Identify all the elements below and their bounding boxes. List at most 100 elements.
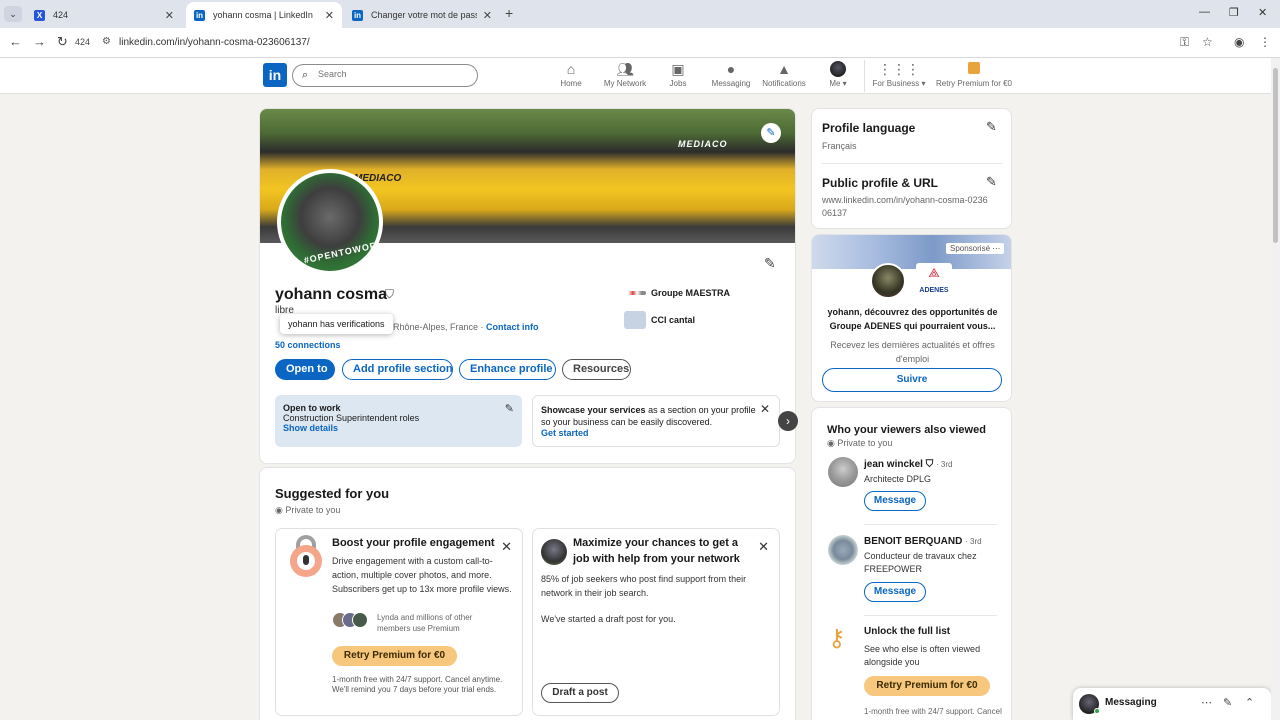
close-icon[interactable]: ✕ [501,539,512,555]
nav-home[interactable]: ⌂ Home [552,61,590,88]
public-profile-url: www.linkedin.com/in/yohann-cosma-0236061… [822,195,988,218]
linkedin-logo-icon[interactable]: in [263,63,287,87]
divider [864,615,997,616]
reload-icon[interactable]: ↻ [57,34,68,50]
tab-count-label: 424 [75,37,91,47]
messaging-dock[interactable]: Messaging ⋯ ✎ ⌃ [1073,688,1271,720]
contact-info-link[interactable]: Contact info [486,322,539,332]
carousel-next-chevron-icon[interactable]: › [778,411,798,431]
browser-tab-424[interactable]: X 424 ✕ [26,2,182,28]
enhance-profile-button[interactable]: Enhance profile [459,359,556,380]
message-button[interactable]: Message [864,491,926,511]
ad-headline[interactable]: yohann, découvrez des opportunités de Gr… [822,305,1003,333]
bell-icon: ▲ [777,61,791,77]
draft-post-button[interactable]: Draft a post [541,683,619,703]
linkedin-global-nav: in ⌕ ⌂ Home 👥︎ My Network ▣ Jobs ● Messa… [0,58,1280,94]
close-window-icon[interactable]: ✕ [1258,6,1267,19]
scrollbar-thumb[interactable] [1273,68,1278,243]
add-profile-section-button[interactable]: Add profile section [342,359,453,380]
avatar[interactable] [828,535,858,565]
boost-profile-card: Boost your profile engagement ✕ Drive en… [275,528,523,716]
browser-tab-bar: ⌄ X 424 ✕ in yohann cosma | LinkedIn ✕ i… [0,0,1280,28]
open-to-work-title: Open to work [283,403,341,413]
cover-brand-text: MEDIACO [678,139,728,149]
password-key-icon[interactable]: ⚿ [1180,35,1189,50]
premium-fine-print: 1-month free with 24/7 support. Cancel a… [864,707,1002,716]
bookmark-star-icon[interactable]: ☆ [1202,35,1213,49]
nav-network-label: My Network [603,79,647,88]
forward-icon[interactable]: → [33,34,46,49]
person-name[interactable]: BENOIT BERQUAND · 3rd [864,536,982,547]
open-to-button[interactable]: Open to [275,359,335,380]
tab-close-icon[interactable]: ✕ [483,9,492,22]
verified-shield-icon[interactable]: ⛉ [385,287,394,302]
premium-social-proof: Lynda and millions of other members use … [377,613,473,633]
message-button[interactable]: Message [864,582,926,602]
profile-name: yohann cosma [275,286,388,303]
follow-button[interactable]: Suivre [822,368,1002,392]
grid-icon: ⋮⋮⋮ [878,61,920,77]
linkedin-favicon-icon: in [194,9,205,21]
sponsored-label: Sponsorisé ⋯ [946,243,1005,254]
member-avatars [332,612,372,630]
premium-fine-print: 1-month free with 24/7 support. Cancel a… [332,675,503,694]
nav-messaging[interactable]: ● Messaging [708,61,754,88]
edit-open-to-work-pencil-icon[interactable]: ✎ [505,402,514,415]
edit-language-pencil-icon[interactable]: ✎ [986,119,997,135]
adenes-logo-icon: ⟁ [928,265,940,280]
show-details-link[interactable]: Show details [283,423,514,433]
edit-cover-pencil-icon[interactable]: ✎ [761,123,781,143]
org-cci-cantal[interactable]: CCI cantal [624,311,695,329]
avatar[interactable] [828,457,858,487]
nav-for-business[interactable]: ⋮⋮⋮ For Business ▾ [870,61,928,88]
get-started-link[interactable]: Get started [541,428,771,438]
tab-close-icon[interactable]: ✕ [165,9,174,22]
profile-icon[interactable]: ◉ [1234,35,1244,49]
browser-tab-password[interactable]: in Changer votre mot de passe | LinkedIn… [344,2,500,28]
open-to-work-box: Open to work Construction Superintendent… [275,395,522,447]
more-options-icon[interactable]: ⋯ [992,244,1000,253]
minimize-icon[interactable]: — [1199,6,1210,18]
unlock-title: Unlock the full list [864,626,951,637]
retry-premium-button[interactable]: Retry Premium for €0 [864,676,990,696]
more-options-icon[interactable]: ⋯ [1201,696,1212,709]
tab-close-icon[interactable]: ✕ [325,9,334,22]
nav-me[interactable]: Me ▾ [824,61,852,88]
org-groupe-maestra[interactable]: Groupe MAESTRA [624,288,730,298]
search-input[interactable] [318,69,468,79]
compose-icon[interactable]: ✎ [1223,696,1232,709]
eye-icon: ◉ [827,438,835,448]
tab-search-button[interactable]: ⌄ [4,6,22,22]
menu-kebab-icon[interactable]: ⋮ [1259,35,1271,49]
close-icon[interactable]: ✕ [760,402,770,416]
maestra-logo-icon [624,291,646,295]
person-name[interactable]: jean winckel ⛉ · 3rd [864,459,952,470]
resources-button[interactable]: Resources [562,359,631,380]
retry-premium-button[interactable]: Retry Premium for €0 [332,646,457,666]
site-settings-icon[interactable]: ⚙ [102,36,111,47]
briefcase-icon: ▣ [671,61,685,77]
restore-icon[interactable]: ❐ [1229,6,1239,19]
edit-intro-pencil-icon[interactable]: ✎ [764,255,776,272]
close-icon[interactable]: ✕ [758,539,769,555]
unlock-text: See who else is often viewed alongside y… [864,644,981,667]
nav-my-network[interactable]: 👥︎ My Network [600,61,650,88]
new-tab-icon[interactable]: + [505,5,513,21]
nav-jobs[interactable]: ▣ Jobs [660,61,696,88]
nav-divider [864,60,865,92]
org-name: Groupe MAESTRA [651,288,731,298]
url-omnibox[interactable]: ⚙ linkedin.com/in/yohann-cosma-023606137… [96,32,1226,54]
browser-tab-linkedin-profile[interactable]: in yohann cosma | LinkedIn ✕ [186,2,342,28]
edit-url-pencil-icon[interactable]: ✎ [986,174,997,190]
url-text[interactable]: linkedin.com/in/yohann-cosma-023606137/ [119,37,310,48]
chat-icon: ● [726,61,736,77]
nav-retry-premium[interactable]: Retry Premium for €0 [934,61,1014,88]
profile-photo[interactable]: #OPENTOWORK [277,169,383,275]
connections-link[interactable]: 50 connections [275,340,341,350]
nav-notifications[interactable]: ▲ Notifications [760,61,808,88]
search-icon: ⌕ [302,69,309,81]
chevron-up-icon[interactable]: ⌃ [1245,696,1254,709]
search-box[interactable]: ⌕ [292,64,478,87]
profile-top-card: MEDIACO MEDIACO ✎ #OPENTOWORK ✎ yohann c… [259,108,796,464]
back-icon[interactable]: ← [9,34,22,49]
